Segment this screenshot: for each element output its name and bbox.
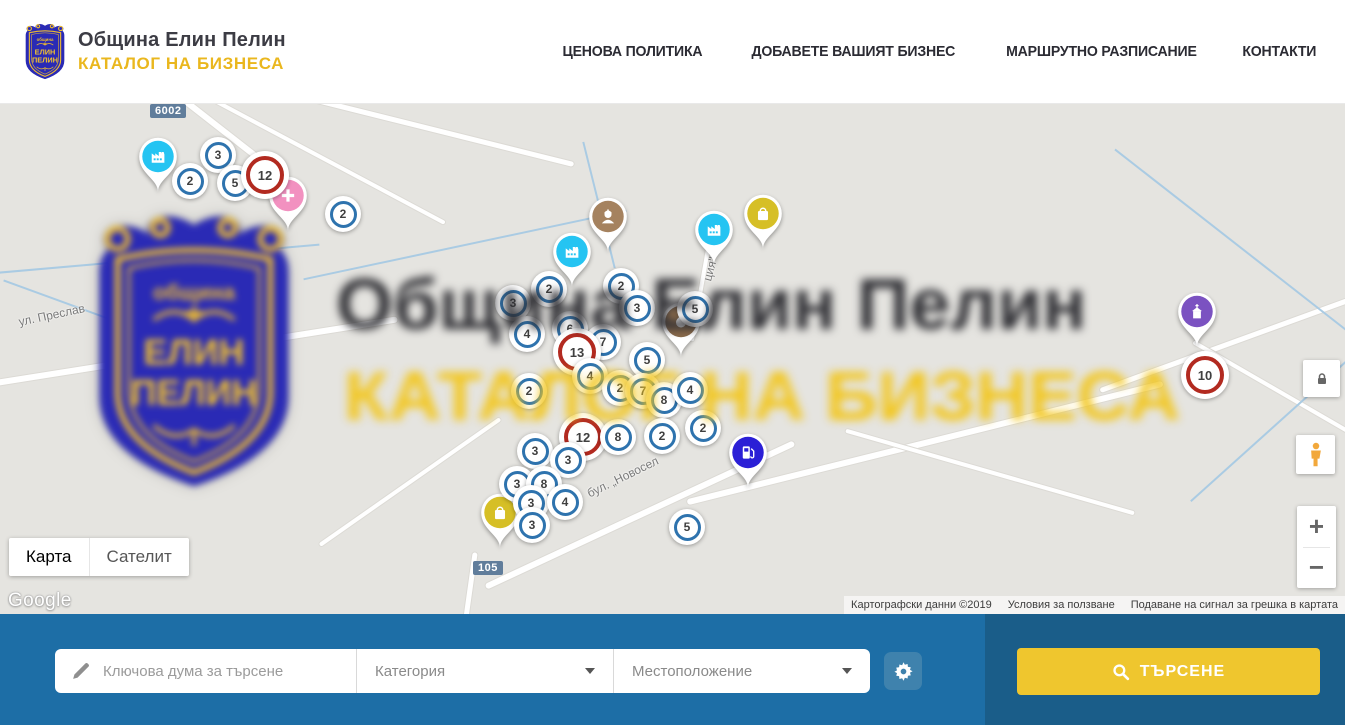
map-pin-church[interactable]	[1174, 291, 1220, 353]
main-nav: ЦЕНОВА ПОЛИТИКА ДОБАВЕТЕ ВАШИЯТ БИЗНЕС М…	[558, 43, 1319, 60]
search-submit-label: ТЪРСЕНЕ	[1140, 663, 1225, 681]
shield-word-pelin: ПЕЛИН	[32, 55, 58, 64]
map-road	[0, 316, 398, 389]
site-title: Община Елин Пелин	[78, 29, 286, 52]
map-cluster[interactable]: 2	[172, 163, 208, 199]
site-subtitle: КАТАЛОГ НА БИЗНЕСА	[78, 54, 286, 74]
nav-contacts[interactable]: КОНТАКТИ	[1243, 43, 1317, 60]
brand-link[interactable]: община ЕЛИН ПЕЛИН Община Елин Пелин КАТА…	[22, 23, 286, 81]
brand-text: Община Елин Пелин КАТАЛОГ НА БИЗНЕСА	[78, 29, 286, 74]
map-cluster[interactable]: 3	[514, 507, 550, 543]
chevron-down-icon	[585, 668, 595, 674]
map-pin-fuel[interactable]	[725, 432, 771, 494]
map-cluster[interactable]: 4	[672, 372, 708, 408]
location-select[interactable]: Местоположение	[613, 649, 870, 693]
keyword-field	[55, 649, 356, 693]
road-shield: 105	[473, 561, 503, 575]
map-cluster[interactable]: 5	[677, 291, 713, 327]
search-icon	[1112, 663, 1130, 681]
map-cluster[interactable]: 8	[600, 419, 636, 455]
search-submit-button[interactable]: ТЪРСЕНЕ	[1017, 648, 1320, 695]
zoom-out-button[interactable]: −	[1297, 547, 1336, 588]
header: община ЕЛИН ПЕЛИН Община Елин Пелин КАТА…	[0, 0, 1345, 104]
shield-word-obshtina: община	[37, 36, 54, 41]
map-type-map-button[interactable]: Карта	[9, 538, 89, 576]
shield-word-elin: ЕЛИН	[35, 47, 56, 56]
map-cluster[interactable]: 2	[325, 196, 361, 232]
shield-word-obshtina: община	[153, 281, 235, 305]
advanced-search-button[interactable]	[884, 652, 922, 690]
map-cluster[interactable]: 3	[619, 290, 655, 326]
map-cluster[interactable]: 2	[644, 418, 680, 454]
pegman-button[interactable]	[1296, 435, 1335, 474]
street-label: ул. Преслав	[17, 301, 86, 329]
nav-bus-schedule[interactable]: МАРШРУТНО РАЗПИСАНИЕ	[1006, 43, 1197, 60]
map-cluster[interactable]: 3	[517, 433, 553, 469]
map-road	[845, 429, 1134, 516]
pencil-icon	[70, 661, 91, 682]
chevron-down-icon	[842, 668, 852, 674]
page: община ЕЛИН ПЕЛИН Община Елин Пелин КАТА…	[0, 0, 1345, 725]
map-cluster[interactable]: 2	[685, 410, 721, 446]
map-cluster[interactable]: 4	[547, 484, 583, 520]
map-pin-bag[interactable]	[740, 193, 786, 255]
municipality-logo: община ЕЛИН ПЕЛИН	[22, 23, 68, 81]
map-waterway	[0, 244, 319, 275]
map-cluster[interactable]: 5	[669, 509, 705, 545]
lock-icon	[1314, 371, 1330, 387]
lock-button[interactable]	[1303, 360, 1340, 397]
map-attribution: Картографски данни ©2019 Условия за полз…	[844, 596, 1345, 614]
report-error-link[interactable]: Подаване на сигнал за грешка в картата	[1131, 599, 1338, 611]
zoom-in-button[interactable]: +	[1297, 506, 1336, 547]
map-road	[319, 417, 502, 546]
terms-link[interactable]: Условия за ползване	[1008, 599, 1115, 611]
map-cluster[interactable]: 12	[241, 151, 289, 199]
location-select-value: Местоположение	[632, 663, 752, 680]
map-cluster[interactable]: 2	[511, 373, 547, 409]
pegman-icon	[1307, 441, 1325, 468]
map-cluster[interactable]: 4	[509, 316, 545, 352]
map-cluster[interactable]: 10	[1181, 351, 1229, 399]
map-pin-factory[interactable]	[691, 209, 737, 271]
shield-word-pelin: ПЕЛИН	[131, 372, 258, 413]
nav-add-business[interactable]: ДОБАВЕТЕ ВАШИЯТ БИЗНЕС	[751, 43, 955, 60]
map-cluster[interactable]: 2	[531, 271, 567, 307]
category-select-value: Категория	[375, 663, 445, 680]
map-waterway	[1114, 149, 1345, 354]
category-select[interactable]: Категория	[356, 649, 613, 693]
road-shield: 6002	[150, 104, 186, 118]
watermark-subtitle: КАТАЛОГ НА БИЗНЕСА	[344, 356, 1180, 436]
attribution-data: Картографски данни ©2019	[851, 599, 992, 611]
gear-icon	[893, 661, 914, 682]
map-type-control: Карта Сателит	[9, 538, 189, 576]
search-bar: Категория Местоположение ТЪРСЕНЕ	[0, 614, 1345, 725]
search-fields: Категория Местоположение	[55, 649, 870, 693]
google-logo[interactable]: Google	[8, 590, 72, 612]
street-label: бул. „Новосел	[585, 454, 661, 501]
map-type-satellite-button[interactable]: Сателит	[89, 538, 189, 576]
keyword-input[interactable]	[103, 663, 333, 680]
nav-pricing[interactable]: ЦЕНОВА ПОЛИТИКА	[563, 43, 703, 60]
map-canvas[interactable]: ул. Преславбул. „Новоселция"6002105 3251…	[0, 104, 1345, 614]
zoom-control: + −	[1297, 506, 1336, 588]
